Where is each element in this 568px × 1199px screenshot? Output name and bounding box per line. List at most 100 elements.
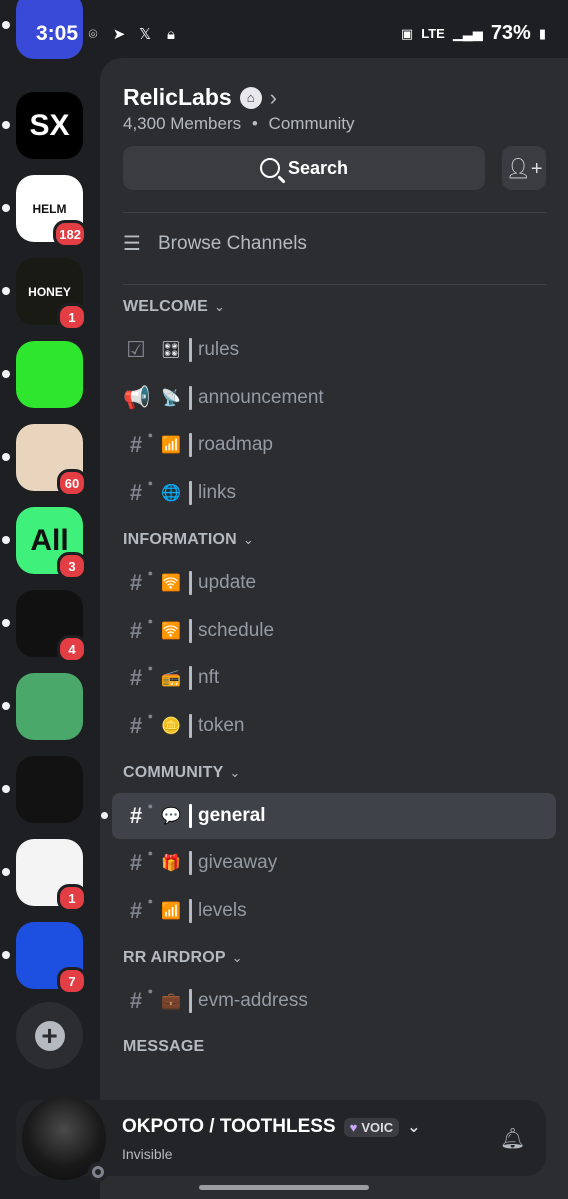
server-pink[interactable]: 1 [2, 839, 87, 912]
channel-name: general [198, 804, 266, 826]
channel-emoji-icon: 💬 [161, 807, 181, 825]
mention-badge: 4 [57, 635, 87, 663]
channel-announcement[interactable]: 📢 📡 announcement [112, 375, 556, 421]
separator-bar [189, 666, 192, 691]
rules-icon: ☑ [126, 337, 146, 362]
selected-pip [101, 811, 108, 819]
server-honey[interactable]: HONEY 1 [2, 258, 87, 331]
server-pattern[interactable]: 4 [2, 590, 87, 663]
channel-emoji-icon: 🎁 [161, 855, 181, 873]
channel-emoji-icon: 📡 [161, 389, 181, 407]
mention-badge: 182 [53, 220, 87, 248]
lock-icon: 🔒︎ [167, 26, 175, 43]
network-label: LTE [421, 26, 445, 41]
server-all[interactable]: All 3 [2, 507, 87, 580]
search-icon [259, 158, 280, 178]
status-time: 3:05 [36, 22, 79, 45]
browse-channels[interactable]: ☰ Browse Channels [123, 233, 307, 255]
category-header[interactable]: INFORMATION ⌄ [123, 531, 254, 549]
channel-emoji-icon: 🛜 [161, 574, 181, 592]
channel-levels[interactable]: # ● 📶 levels [112, 888, 556, 934]
channel-emoji-icon: 🌐 [161, 485, 181, 503]
server-fist[interactable] [2, 756, 83, 823]
separator-bar [189, 713, 192, 738]
add-server-button[interactable]: + [16, 1002, 83, 1069]
heart-icon: ♥ [349, 1119, 358, 1135]
channel-general[interactable]: # ● 💬 general [101, 792, 556, 839]
guild-header[interactable]: RelicLabs ⌂ › [123, 84, 277, 111]
community-icon: ⌂ [239, 86, 262, 109]
server-glyph: HELM [32, 201, 67, 216]
unread-pip [2, 536, 10, 544]
avatar[interactable] [22, 1096, 108, 1182]
server-helm[interactable]: HELM 182 [2, 175, 87, 248]
channel-name: rules [198, 339, 240, 360]
channel-schedule[interactable]: # ● 🛜 schedule [112, 608, 556, 654]
channel-emoji-icon: 🪙 [161, 717, 181, 735]
mention-badge: 7 [57, 967, 87, 995]
separator-bar [189, 988, 192, 1013]
mention-badge: 60 [57, 469, 87, 497]
hash-icon: # ● [129, 896, 153, 923]
lock-icon: ● [147, 567, 153, 578]
channel-emoji-icon: 💼 [161, 992, 181, 1010]
unread-pip [2, 287, 10, 295]
user-status: Invisible [122, 1146, 173, 1162]
channel-name: evm-address [198, 989, 308, 1011]
lock-icon: ● [147, 710, 153, 721]
hash-icon: # ● [129, 710, 153, 738]
divider [123, 284, 547, 285]
channel-name: levels [198, 900, 247, 921]
bell-icon[interactable]: 🔔︎ [500, 1126, 525, 1150]
channel-emoji-icon: 📶 [161, 903, 181, 920]
server-e[interactable]: 7 [2, 922, 87, 995]
server-green[interactable] [2, 341, 83, 408]
channel-name: roadmap [198, 434, 273, 456]
browse-label: Browse Channels [158, 233, 307, 254]
channel-nft[interactable]: # ● 📻 nft [112, 655, 556, 701]
search-button[interactable]: Search [123, 146, 485, 190]
unread-pip [2, 453, 10, 461]
chevron-down-icon[interactable]: ⌄ [407, 1117, 420, 1137]
category-header[interactable]: MESSAGE [123, 1038, 204, 1056]
chevron-right-icon: › [269, 84, 277, 110]
user-name: OKPOTO / TOOTHLESS [122, 1116, 336, 1137]
category-header[interactable]: COMMUNITY ⌄ [123, 764, 241, 782]
separator-dot: • [251, 114, 258, 133]
channel-links[interactable]: # ● 🌐 links [112, 470, 556, 516]
channel-emoji-icon: 🎛 [160, 342, 182, 359]
home-indicator [199, 1185, 369, 1190]
notification-icons: ⌾ ➤ 𝕏 🔒︎ [84, 26, 180, 44]
channel-name: links [198, 482, 237, 504]
invite-button[interactable]: 👤︎+ [502, 146, 546, 190]
unread-pip [2, 121, 10, 129]
guild-subtitle: 4,300 Members • Community [123, 114, 355, 134]
lock-icon: ● [147, 800, 153, 811]
chevron-down-icon: ⌄ [213, 299, 226, 314]
channel-token[interactable]: # ● 🪙 token [112, 703, 556, 749]
category-header[interactable]: WELCOME ⌄ [123, 298, 225, 316]
server-bird[interactable] [2, 673, 83, 740]
category-header[interactable]: RR AIRDROP ⌄ [123, 949, 243, 967]
channel-rules[interactable]: ☑ 🎛 rules [112, 327, 556, 373]
server-sx[interactable]: SX [2, 92, 83, 159]
channel-update[interactable]: # ● 🛜 update [112, 560, 556, 606]
user-tag: ♥ VOIC [343, 1117, 400, 1137]
status-indicator [88, 1162, 108, 1182]
separator-bar [189, 481, 192, 506]
separator-bar [189, 385, 192, 410]
browse-icon: ☰ [123, 233, 141, 255]
channel-evm-address[interactable]: # ● 💼 evm-address [112, 978, 556, 1024]
chevron-down-icon: ⌄ [242, 531, 254, 547]
server-glyph: HONEY [28, 284, 71, 299]
server-cat[interactable]: 60 [2, 424, 87, 497]
separator-bar [189, 433, 192, 458]
unread-pip [2, 702, 10, 710]
megaphone-icon: 📢 [123, 384, 151, 410]
channel-roadmap[interactable]: # ● 📶 roadmap [112, 422, 556, 468]
user-panel[interactable]: OKPOTO / TOOTHLESS ♥ VOIC ⌄ Invisible 🔔︎ [16, 1096, 546, 1182]
signal-icon: ▁▃▅ [452, 25, 483, 41]
guild-title: RelicLabs [123, 84, 232, 110]
channel-giveaway[interactable]: # ● 🎁 giveaway [112, 840, 556, 886]
unread-pip [2, 868, 10, 876]
